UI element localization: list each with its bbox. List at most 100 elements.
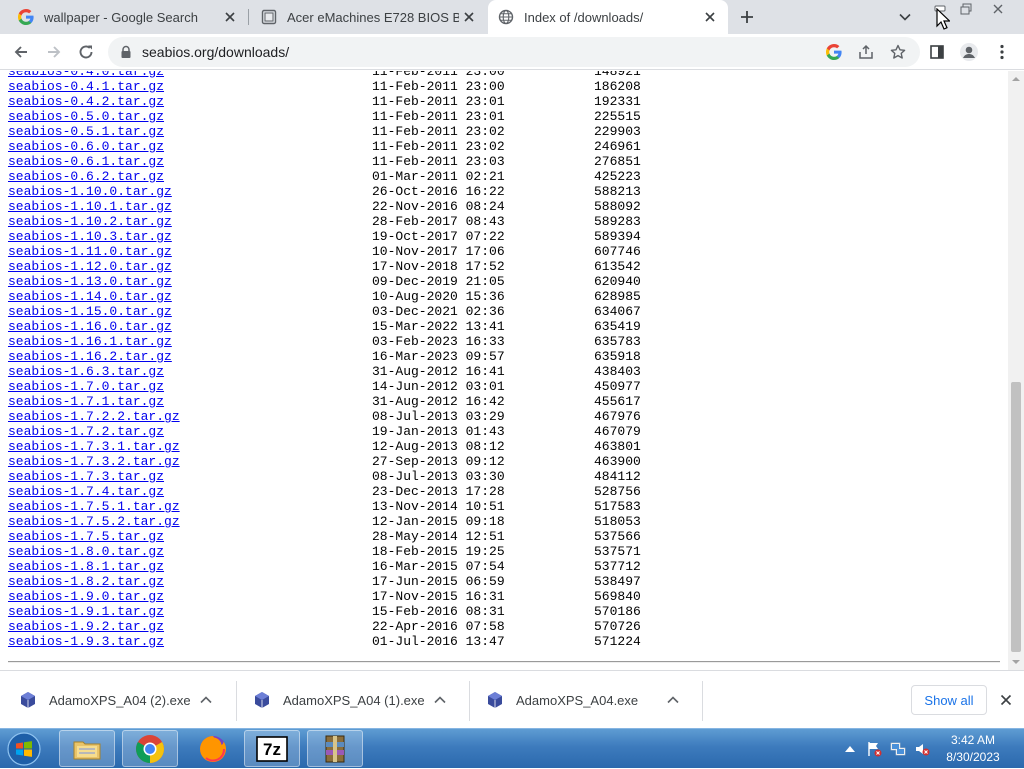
close-window-button[interactable] bbox=[984, 0, 1012, 18]
file-link[interactable]: seabios-1.14.0.tar.gz bbox=[8, 289, 172, 304]
forward-button[interactable] bbox=[42, 40, 66, 64]
volume-button[interactable] bbox=[914, 741, 930, 757]
file-link[interactable]: seabios-1.8.0.tar.gz bbox=[8, 544, 164, 559]
file-link[interactable]: seabios-1.10.0.tar.gz bbox=[8, 184, 172, 199]
file-link[interactable]: seabios-0.5.0.tar.gz bbox=[8, 109, 164, 124]
menu-button[interactable] bbox=[992, 42, 1012, 62]
taskbar-7zip[interactable]: 7z bbox=[244, 730, 300, 767]
file-link[interactable]: seabios-0.6.0.tar.gz bbox=[8, 139, 164, 154]
plus-icon bbox=[741, 11, 753, 23]
chevron-up-icon[interactable] bbox=[666, 693, 680, 707]
vertical-scrollbar[interactable] bbox=[1008, 71, 1024, 670]
file-link[interactable]: seabios-1.7.1.tar.gz bbox=[8, 394, 164, 409]
file-link[interactable]: seabios-0.6.1.tar.gz bbox=[8, 154, 164, 169]
action-center-button[interactable] bbox=[866, 741, 882, 757]
restore-button[interactable] bbox=[954, 0, 978, 18]
chevron-up-icon[interactable] bbox=[199, 693, 213, 707]
taskbar-windows-explorer[interactable] bbox=[59, 730, 115, 767]
network-button[interactable] bbox=[890, 741, 906, 757]
scrollbar-thumb[interactable] bbox=[1011, 382, 1021, 652]
file-link[interactable]: seabios-1.10.3.tar.gz bbox=[8, 229, 172, 244]
close-tab-icon[interactable] bbox=[459, 7, 479, 27]
file-size: 570186 bbox=[594, 604, 641, 619]
more-vert-icon bbox=[1000, 44, 1004, 60]
file-link[interactable]: seabios-1.8.2.tar.gz bbox=[8, 574, 164, 589]
file-link[interactable]: seabios-1.10.2.tar.gz bbox=[8, 214, 172, 229]
tab-google-search[interactable]: wallpaper - Google Search bbox=[0, 0, 248, 34]
side-panel-button[interactable] bbox=[927, 42, 947, 62]
file-link[interactable]: seabios-1.7.5.tar.gz bbox=[8, 529, 164, 544]
profile-button[interactable] bbox=[959, 42, 979, 62]
close-tab-icon[interactable] bbox=[220, 7, 240, 27]
tab-search-button[interactable] bbox=[896, 8, 914, 26]
file-link[interactable]: seabios-1.13.0.tar.gz bbox=[8, 274, 172, 289]
file-link[interactable]: seabios-1.10.1.tar.gz bbox=[8, 199, 172, 214]
file-size: 246961 bbox=[594, 139, 641, 154]
file-size: 589394 bbox=[594, 229, 641, 244]
file-size: 635419 bbox=[594, 319, 641, 334]
file-link[interactable]: seabios-0.4.1.tar.gz bbox=[8, 79, 164, 94]
file-link[interactable]: seabios-1.7.5.2.tar.gz bbox=[8, 514, 180, 529]
file-link[interactable]: seabios-0.4.2.tar.gz bbox=[8, 94, 164, 109]
file-link[interactable]: seabios-1.7.2.2.tar.gz bbox=[8, 409, 180, 424]
file-link[interactable]: seabios-1.6.3.tar.gz bbox=[8, 364, 164, 379]
side-panel-icon bbox=[930, 45, 944, 59]
download-item[interactable]: AdamoXPS_A04 (2).exe bbox=[0, 671, 235, 729]
file-date: 19-Jan-2013 01:43 bbox=[372, 424, 505, 439]
file-link[interactable]: seabios-1.9.1.tar.gz bbox=[8, 604, 164, 619]
taskbar-chrome[interactable] bbox=[122, 730, 178, 767]
close-tab-icon[interactable] bbox=[700, 7, 720, 27]
file-link[interactable]: seabios-1.16.1.tar.gz bbox=[8, 334, 172, 349]
file-date: 14-Jun-2012 03:01 bbox=[372, 379, 505, 394]
system-clock[interactable]: 3:42 AM 8/30/2023 bbox=[930, 732, 1016, 766]
file-date: 23-Dec-2013 17:28 bbox=[372, 484, 505, 499]
tab-title: Index of /downloads/ bbox=[524, 9, 644, 25]
start-button[interactable] bbox=[4, 730, 44, 768]
file-link[interactable]: seabios-0.5.1.tar.gz bbox=[8, 124, 164, 139]
google-lens-button[interactable] bbox=[825, 43, 843, 61]
file-link[interactable]: seabios-1.7.4.tar.gz bbox=[8, 484, 164, 499]
taskbar-winrar[interactable] bbox=[307, 730, 363, 767]
show-all-button[interactable]: Show all bbox=[911, 685, 987, 715]
file-link[interactable]: seabios-1.16.2.tar.gz bbox=[8, 349, 172, 364]
file-link[interactable]: seabios-1.7.5.1.tar.gz bbox=[8, 499, 180, 514]
file-date: 10-Aug-2020 15:36 bbox=[372, 289, 505, 304]
file-link[interactable]: seabios-1.7.0.tar.gz bbox=[8, 379, 164, 394]
file-link[interactable]: seabios-1.9.2.tar.gz bbox=[8, 619, 164, 634]
new-tab-button[interactable] bbox=[737, 7, 757, 27]
back-button[interactable] bbox=[9, 40, 33, 64]
tab-acer-bios[interactable]: Acer eMachines E728 BIOS BIN bbox=[249, 0, 487, 34]
file-link[interactable]: seabios-1.9.3.tar.gz bbox=[8, 634, 164, 649]
file-link[interactable]: seabios-1.11.0.tar.gz bbox=[8, 244, 172, 259]
address-bar[interactable]: seabios.org/downloads/ bbox=[108, 37, 920, 67]
url-text[interactable]: seabios.org/downloads/ bbox=[142, 44, 289, 60]
file-link[interactable]: seabios-1.16.0.tar.gz bbox=[8, 319, 172, 334]
file-size: 467976 bbox=[594, 409, 641, 424]
file-link[interactable]: seabios-1.8.1.tar.gz bbox=[8, 559, 164, 574]
file-link[interactable]: seabios-1.7.3.2.tar.gz bbox=[8, 454, 180, 469]
tab-index-downloads[interactable]: Index of /downloads/ bbox=[488, 0, 728, 34]
download-item[interactable]: AdamoXPS_A04.exe bbox=[467, 671, 702, 729]
chevron-up-icon[interactable] bbox=[433, 693, 447, 707]
download-item[interactable]: AdamoXPS_A04 (1).exe bbox=[234, 671, 469, 729]
file-link[interactable]: seabios-1.15.0.tar.gz bbox=[8, 304, 172, 319]
file-link[interactable]: seabios-1.7.2.tar.gz bbox=[8, 424, 164, 439]
page-icon bbox=[261, 9, 277, 25]
share-button[interactable] bbox=[857, 43, 875, 61]
taskbar-firefox[interactable] bbox=[185, 730, 241, 767]
reload-button[interactable] bbox=[74, 40, 98, 64]
file-link[interactable]: seabios-1.9.0.tar.gz bbox=[8, 589, 164, 604]
file-link[interactable]: seabios-1.12.0.tar.gz bbox=[8, 259, 172, 274]
show-hidden-icons-button[interactable] bbox=[842, 741, 858, 757]
close-shelf-button[interactable] bbox=[998, 692, 1014, 708]
file-link[interactable]: seabios-0.6.2.tar.gz bbox=[8, 169, 164, 184]
scroll-up-icon[interactable] bbox=[1012, 75, 1020, 83]
bookmark-button[interactable] bbox=[889, 43, 907, 61]
file-date: 31-Aug-2012 16:42 bbox=[372, 394, 505, 409]
file-link[interactable]: seabios-1.7.3.1.tar.gz bbox=[8, 439, 180, 454]
scroll-down-icon[interactable] bbox=[1012, 658, 1020, 666]
file-link[interactable]: seabios-1.7.3.tar.gz bbox=[8, 469, 164, 484]
share-icon bbox=[859, 44, 873, 59]
download-filename: AdamoXPS_A04 (2).exe bbox=[49, 692, 191, 708]
file-link[interactable]: seabios-0.4.0.tar.gz bbox=[8, 71, 164, 79]
